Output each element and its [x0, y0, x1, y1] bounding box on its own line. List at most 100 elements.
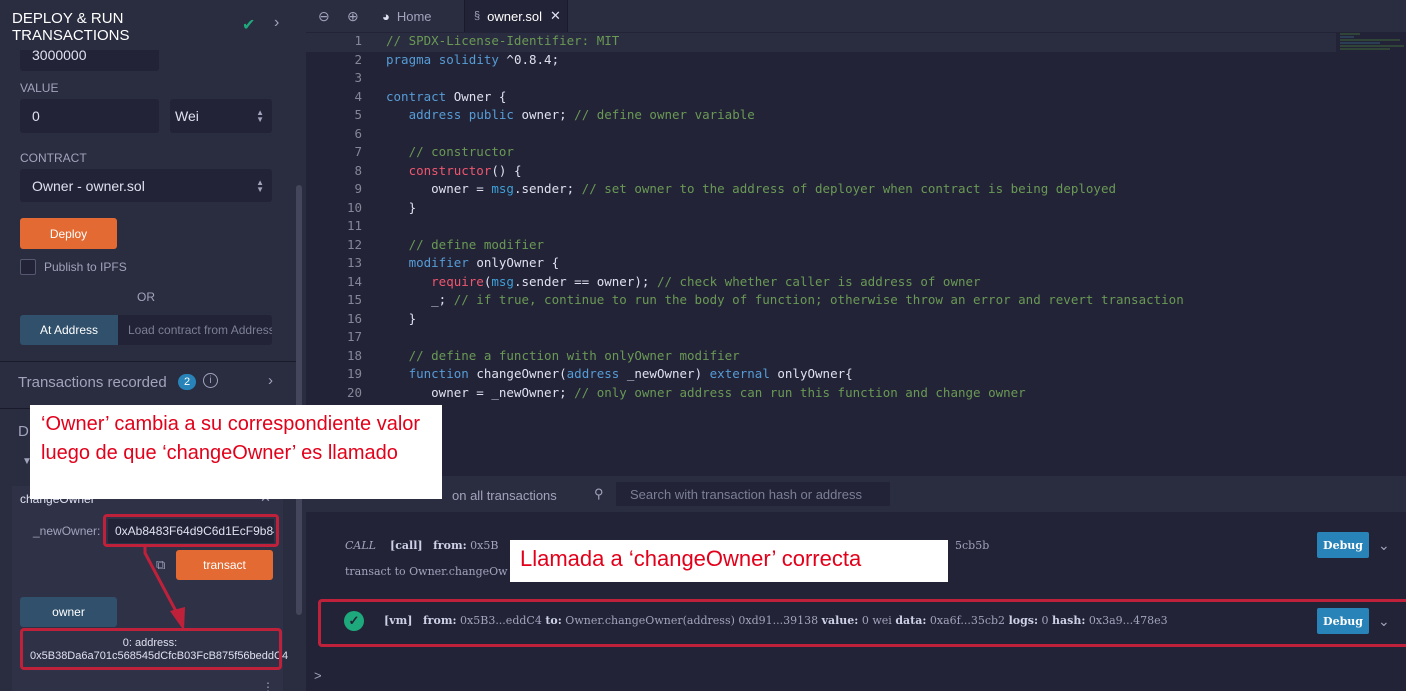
publish-ipfs-label: Publish to IPFS [44, 260, 127, 274]
tab-separator [567, 0, 568, 32]
vm-logs-label: logs: [1008, 614, 1039, 627]
code-line[interactable]: 6 [306, 126, 1336, 145]
transactions-count-badge: 2 [178, 374, 196, 390]
at-address-input[interactable]: Load contract from Address [118, 315, 272, 345]
select-arrows-icon: ▲ ▼ [256, 177, 264, 194]
vm-value: 0 wei [861, 614, 892, 627]
tab-file-label: owner.sol [487, 8, 543, 24]
vm-tag: [vm] [384, 614, 413, 627]
line-number: 2 [354, 51, 362, 67]
editor-minimap[interactable] [1336, 32, 1406, 72]
transact-button[interactable]: transact [176, 550, 273, 580]
line-code: // SPDX-License-Identifier: MIT [386, 33, 620, 48]
line-code: owner = msg.sender; // set owner to the … [386, 181, 1116, 196]
code-line[interactable]: 8 constructor() { [306, 163, 1336, 182]
code-line[interactable]: 14 require(msg.sender == owner); // chec… [306, 274, 1336, 293]
line-number: 3 [354, 70, 362, 85]
vm-data: 0xa6f...35cb2 [929, 614, 1006, 627]
line-code: constructor() { [408, 162, 522, 178]
line-number: 1 [354, 33, 362, 48]
vm-to-label: to: [545, 614, 562, 627]
vm-from-label: from: [422, 614, 457, 627]
code-line[interactable]: 3 [306, 70, 1336, 89]
code-line[interactable]: 13 modifier onlyOwner { [306, 255, 1336, 274]
line-code: modifier onlyOwner { [408, 255, 560, 270]
close-icon[interactable]: ✕ [550, 8, 561, 24]
transactions-recorded-label[interactable]: Transactions recorded [18, 374, 167, 391]
tab-owner-sol[interactable]: § owner.sol ✕ [465, 0, 567, 32]
call-kind: CALL [345, 539, 376, 552]
info-icon[interactable]: i [203, 373, 218, 388]
code-line[interactable]: 7 // constructor [306, 144, 1336, 163]
tab-home-label: Home [396, 8, 432, 24]
vm-hash-label: hash: [1052, 614, 1086, 627]
code-editor[interactable]: 1 // SPDX-License-Identifier: MIT 2 pragma … [306, 32, 1406, 476]
remix-logo-icon: ◕ [382, 8, 390, 24]
success-check-icon: ✓ [344, 611, 364, 631]
at-address-button[interactable]: At Address [20, 315, 118, 345]
vm-data-label: data: [895, 614, 927, 627]
owner-button[interactable]: owner [20, 597, 117, 627]
line-number: 16 [346, 310, 362, 326]
divider [0, 361, 296, 362]
code-line[interactable]: 16 } [306, 311, 1336, 330]
more-icon[interactable]: ⋮ [262, 680, 274, 691]
zoom-in-icon[interactable]: ⊕ [347, 8, 359, 25]
vm-log-line[interactable]: [vm] from: 0x5B3...eddC4 to: Owner.chang… [384, 614, 1168, 627]
call-tag: [call] [389, 539, 423, 552]
line-number: 11 [346, 218, 362, 233]
publish-ipfs-checkbox[interactable] [20, 259, 36, 275]
code-line[interactable]: 15 _; // if true, continue to run the bo… [306, 292, 1336, 311]
unit-text: Wei [175, 108, 199, 124]
line-number: 9 [354, 181, 362, 196]
code-line[interactable]: 9 owner = msg.sender; // set owner to th… [306, 181, 1336, 200]
zoom-out-icon[interactable]: ⊖ [318, 8, 330, 25]
deploy-button[interactable]: Deploy [20, 218, 117, 249]
debug-button[interactable]: Debug [1317, 532, 1369, 558]
code-line[interactable]: 4 contract Owner { [306, 89, 1336, 108]
line-number: 12 [346, 236, 362, 252]
chevron-right-icon[interactable]: › [268, 372, 273, 389]
call-log-line: CALL [call] from: 0x5B [345, 539, 498, 552]
line-code: // define modifier [408, 236, 545, 252]
line-number: 14 [346, 273, 362, 289]
or-label: OR [137, 290, 155, 304]
line-number: 8 [354, 162, 362, 178]
call-from: 0x5B [470, 539, 499, 552]
code-line[interactable]: 5 address public owner; // define owner … [306, 107, 1336, 126]
code-line[interactable]: 10 } [306, 200, 1336, 219]
line-code: _; // if true, continue to run the body … [386, 292, 1184, 307]
line-number: 5 [354, 107, 362, 122]
line-code: address public owner; // define owner va… [408, 107, 755, 122]
code-line[interactable]: 17 [306, 329, 1336, 348]
debug-button[interactable]: Debug [1317, 608, 1369, 634]
code-line[interactable]: 1 // SPDX-License-Identifier: MIT [306, 33, 1336, 52]
scrollbar[interactable] [296, 185, 302, 615]
code-line[interactable]: 20 owner = _newOwner; // only owner addr… [306, 385, 1336, 404]
code-line[interactable]: 12 // define modifier [306, 237, 1336, 256]
code-line[interactable]: 2 pragma solidity ^0.8.4; [306, 52, 1336, 71]
unit-select[interactable]: Wei ▲ ▼ [170, 99, 272, 133]
contract-select[interactable]: Owner - owner.sol ▲ ▼ [20, 169, 272, 202]
code-line[interactable]: 11 [306, 218, 1336, 237]
value-text: 0 [32, 108, 40, 124]
chevron-down-icon[interactable]: ⌄ [1378, 613, 1390, 630]
panel-header: DEPLOY & RUN TRANSACTIONS ✔ › [0, 0, 306, 50]
chevron-down-icon[interactable]: ⌄ [1378, 537, 1390, 554]
value-input[interactable]: 0 [20, 99, 159, 133]
terminal-search-input[interactable]: Search with transaction hash or address [616, 482, 890, 506]
listen-label: on all transactions [452, 488, 557, 503]
line-number: 13 [346, 255, 362, 270]
vm-logs: 0 [1041, 614, 1049, 627]
line-code: } [386, 199, 417, 215]
line-code: pragma solidity ^0.8.4; [386, 51, 560, 67]
line-number: 15 [346, 292, 362, 307]
code-line[interactable]: 19 function changeOwner(address _newOwne… [306, 366, 1336, 385]
terminal-prompt[interactable]: > [314, 668, 322, 683]
call-from-label: from: [433, 539, 467, 552]
annotation-owner-changes: ‘Owner’ cambia a su correspondiente valo… [30, 405, 442, 499]
tab-home[interactable]: ◕ Home [378, 0, 464, 32]
code-line[interactable]: 18 // define a function with onlyOwner m… [306, 348, 1336, 367]
line-code: owner = _newOwner; // only owner address… [386, 384, 1026, 400]
chevron-right-icon[interactable]: › [274, 14, 279, 32]
